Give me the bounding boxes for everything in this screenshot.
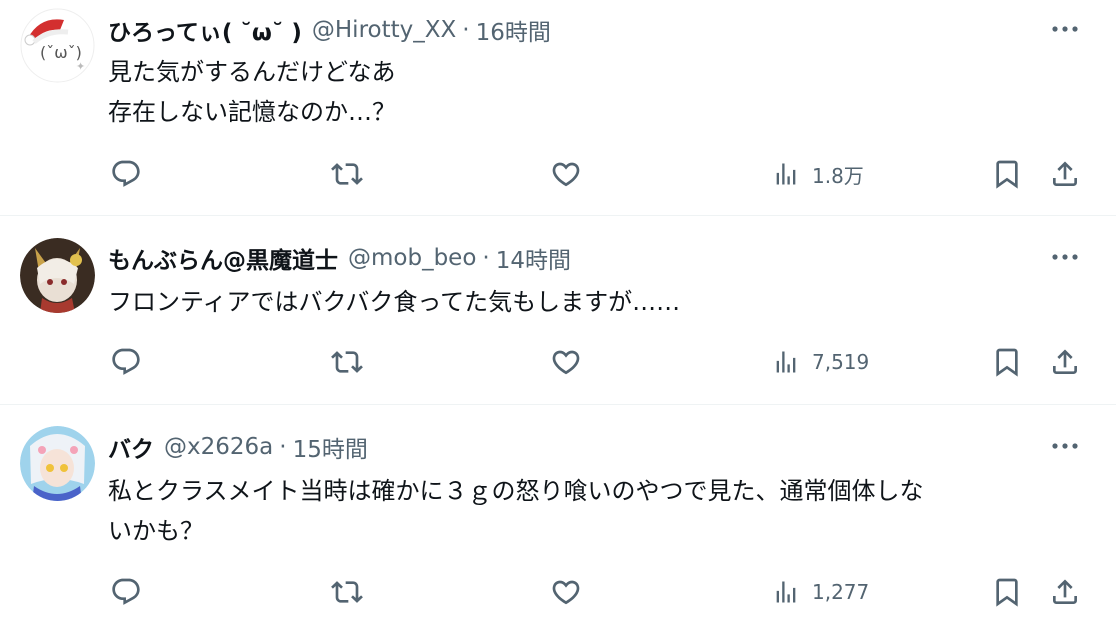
- like-icon: [552, 162, 580, 187]
- user-handle[interactable]: @Hirotty_XX: [312, 17, 456, 43]
- timestamp[interactable]: 16時間: [476, 13, 551, 47]
- retweet-button[interactable]: [330, 572, 364, 612]
- avatar[interactable]: [20, 238, 95, 313]
- more-icon[interactable]: [1050, 14, 1080, 44]
- reply-icon: [112, 348, 140, 375]
- reply-button[interactable]: [110, 342, 142, 382]
- tweet-2[interactable]: もんぶらん@黒魔道士 @mob_beo · 14時間 フロンティアではバクバク食…: [0, 216, 1116, 404]
- timestamp[interactable]: 14時間: [496, 241, 571, 275]
- like-button[interactable]: [550, 572, 582, 612]
- action-bar: 1.8万: [0, 154, 1116, 194]
- retweet-icon: [331, 351, 363, 373]
- avatar[interactable]: (ˇωˇ) ✦: [20, 8, 95, 83]
- reply-button[interactable]: [110, 154, 142, 194]
- action-bar: 1,277: [0, 572, 1116, 612]
- share-button[interactable]: [1049, 342, 1081, 382]
- tweet-header: バク @x2626a · 15時間: [108, 430, 368, 464]
- share-icon: [1053, 579, 1077, 604]
- view-count: 1,277: [812, 580, 870, 604]
- bookmark-icon: [996, 160, 1018, 189]
- bookmark-button[interactable]: [991, 572, 1023, 612]
- like-icon: [552, 350, 580, 375]
- views-icon: [776, 163, 796, 185]
- bookmark-button[interactable]: [991, 342, 1023, 382]
- view-count: 1.8万: [812, 163, 864, 188]
- share-icon: [1053, 161, 1077, 186]
- views-icon: [776, 581, 796, 603]
- reply-icon: [112, 578, 140, 605]
- tweet-text: フロンティアではバクバク食ってた気もしますが……: [108, 282, 1088, 322]
- retweet-button[interactable]: [330, 154, 364, 194]
- display-name[interactable]: ひろってぃ( ˘ω˘ ): [108, 13, 302, 47]
- tweet-text: 見た気がするんだけどなあ 存在しない記憶なのか…？: [108, 52, 1088, 132]
- tweet-text: 私とクラスメイト当時は確かに３ｇの怒り喰いのやつで見た、通常個体しな いかも？: [108, 471, 1088, 551]
- user-handle[interactable]: @mob_beo: [348, 245, 476, 271]
- view-count: 7,519: [812, 350, 870, 374]
- tweet-line: 見た気がするんだけどなあ: [108, 58, 396, 86]
- display-name[interactable]: バク: [108, 430, 154, 464]
- retweet-icon: [331, 163, 363, 185]
- tweet-header: もんぶらん@黒魔道士 @mob_beo · 14時間: [108, 241, 571, 275]
- bookmark-icon: [996, 348, 1018, 377]
- views-button[interactable]: 1,277: [772, 572, 869, 612]
- action-bar: 7,519: [0, 342, 1116, 382]
- separator: ·: [482, 245, 490, 271]
- views-button[interactable]: 1.8万: [772, 154, 864, 194]
- tweet-line: 存在しない記憶なのか…？: [108, 98, 396, 126]
- tweet-header: ひろってぃ( ˘ω˘ ) @Hirotty_XX · 16時間: [108, 13, 551, 47]
- separator: ·: [279, 434, 287, 460]
- timestamp[interactable]: 15時間: [293, 430, 368, 464]
- avatar[interactable]: [20, 426, 95, 501]
- bookmark-icon: [996, 578, 1018, 607]
- tweet-line: いかも？: [108, 517, 204, 545]
- reply-icon: [112, 160, 140, 187]
- retweet-icon: [331, 581, 363, 603]
- retweet-button[interactable]: [330, 342, 364, 382]
- like-button[interactable]: [550, 342, 582, 382]
- share-icon: [1053, 349, 1077, 374]
- share-button[interactable]: [1049, 572, 1081, 612]
- like-icon: [552, 580, 580, 605]
- tweet-line: 私とクラスメイト当時は確かに３ｇの怒り喰いのやつで見た、通常個体しな: [108, 477, 924, 505]
- user-handle[interactable]: @x2626a: [164, 434, 273, 460]
- reply-button[interactable]: [110, 572, 142, 612]
- views-button[interactable]: 7,519: [772, 342, 869, 382]
- share-button[interactable]: [1049, 154, 1081, 194]
- display-name[interactable]: もんぶらん@黒魔道士: [108, 241, 338, 275]
- separator: ·: [462, 17, 470, 43]
- more-icon[interactable]: [1050, 242, 1080, 272]
- tweet-line: フロンティアではバクバク食ってた気もしますが……: [108, 288, 681, 316]
- tweet-3[interactable]: バク @x2626a · 15時間 私とクラスメイト当時は確かに３ｇの怒り喰いの…: [0, 405, 1116, 626]
- bookmark-button[interactable]: [991, 154, 1023, 194]
- tweet-1[interactable]: (ˇωˇ) ✦ ひろってぃ( ˘ω˘ ) @Hirotty_XX · 16時間 …: [0, 0, 1116, 215]
- like-button[interactable]: [550, 154, 582, 194]
- svg-text:✦: ✦: [76, 60, 85, 73]
- more-icon[interactable]: [1050, 431, 1080, 461]
- views-icon: [776, 351, 796, 373]
